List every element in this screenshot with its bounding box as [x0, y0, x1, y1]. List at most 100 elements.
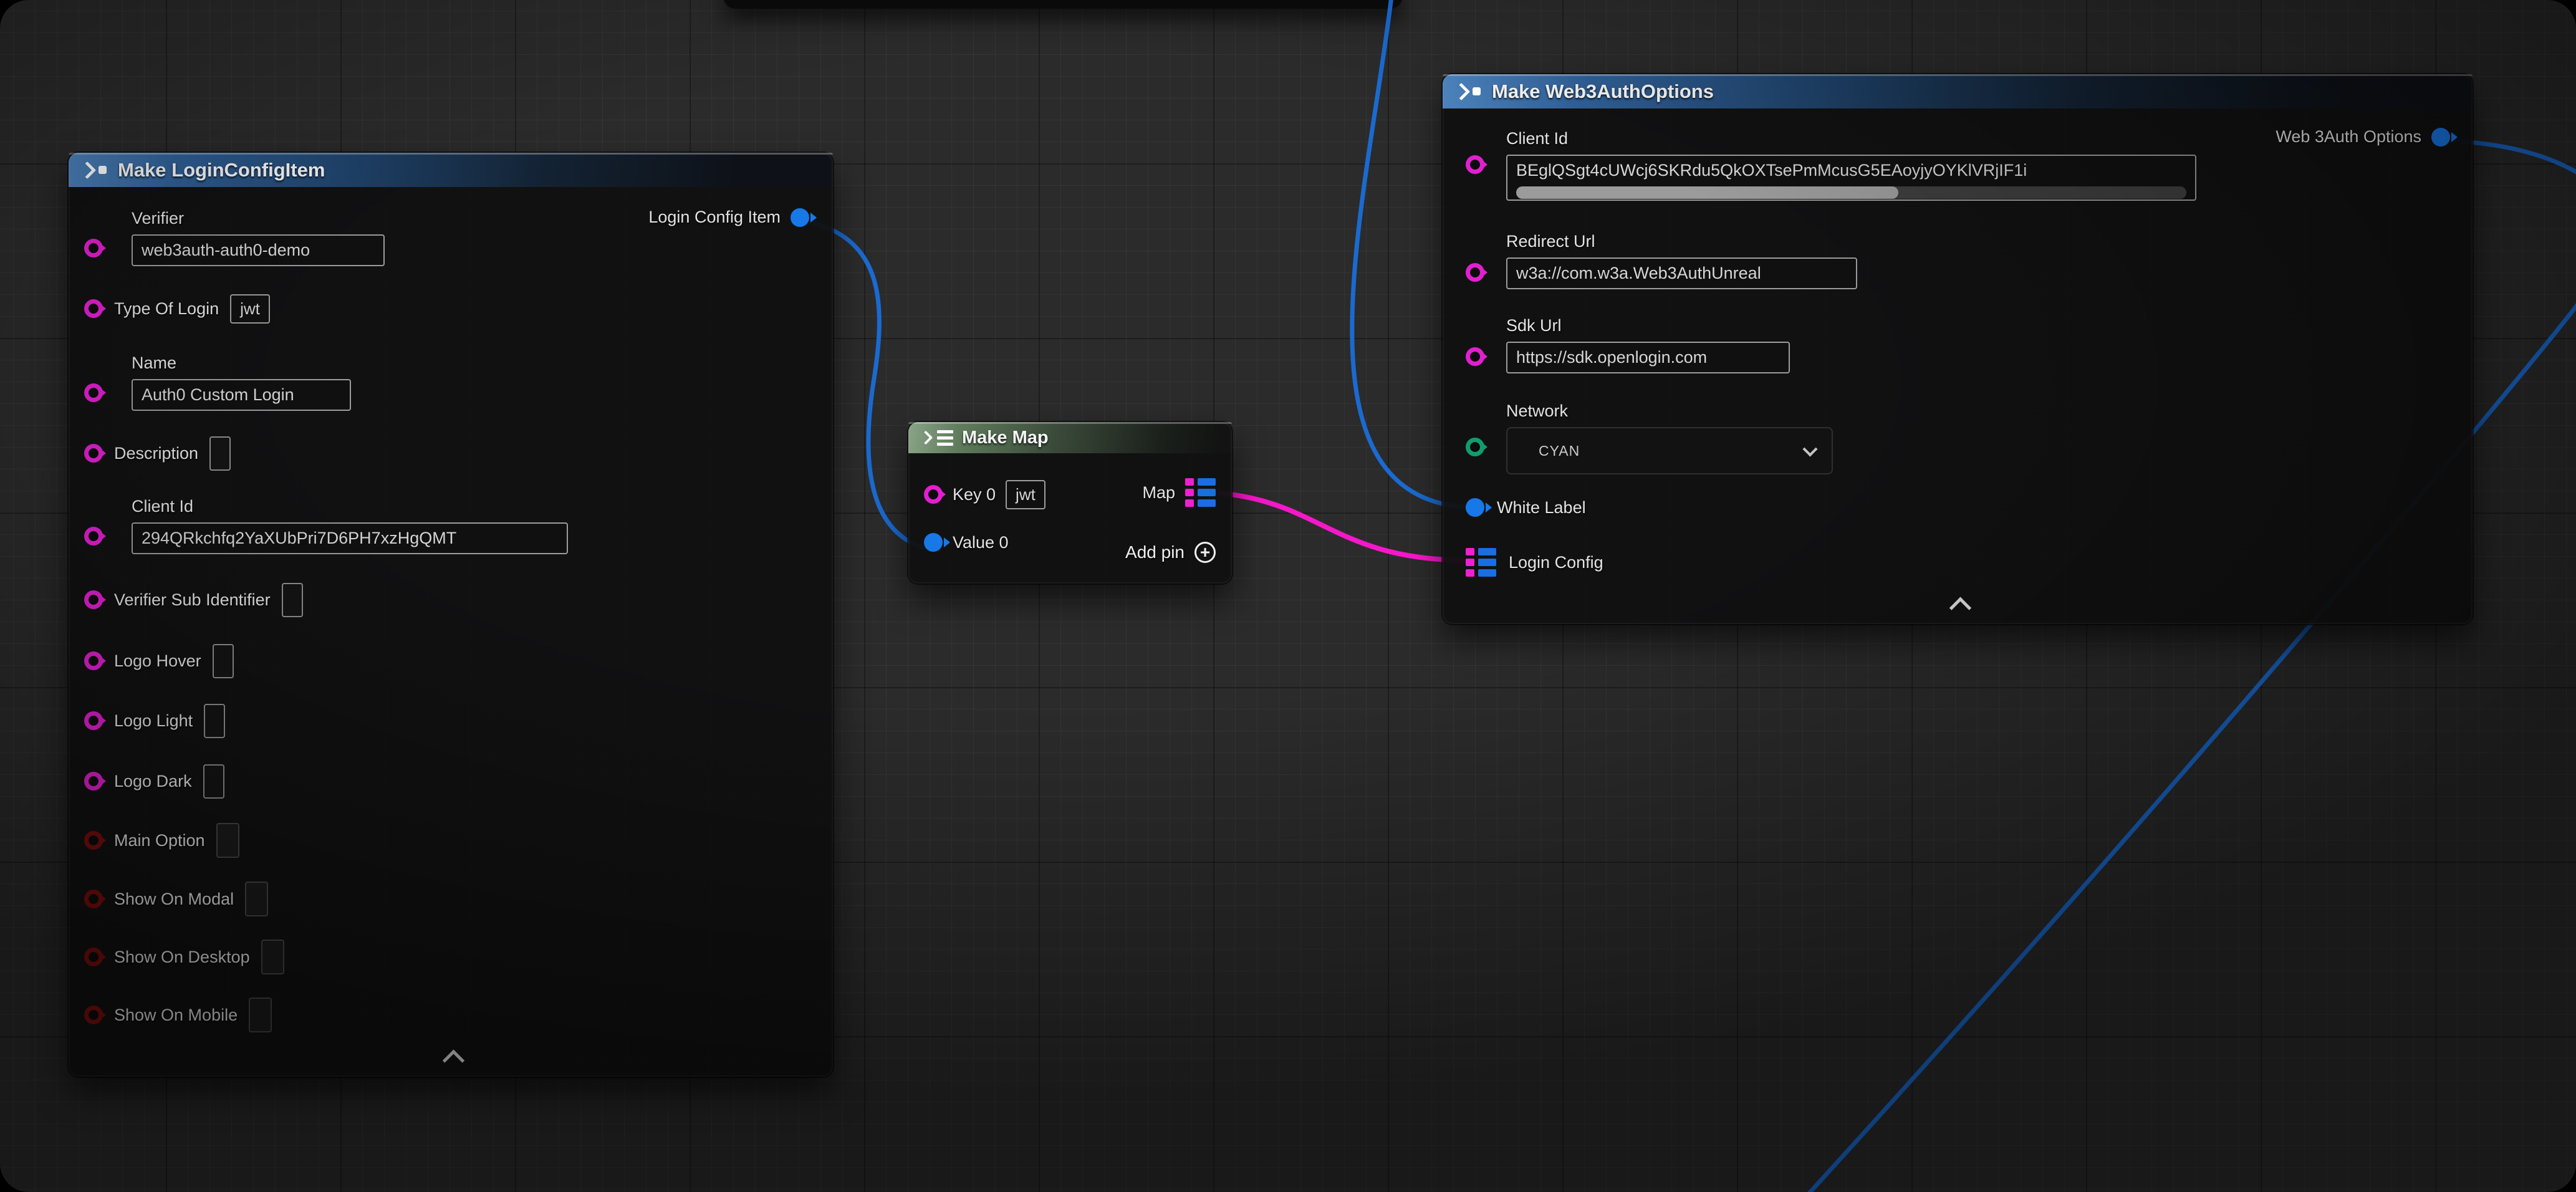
name-group: Name Auth0 Custom Login: [132, 353, 351, 411]
value-0-row: Value 0: [924, 525, 1009, 560]
wire-map-to-loginconfig[interactable]: [1219, 493, 1466, 560]
logo-hover-input[interactable]: [213, 644, 234, 678]
pin-key-0[interactable]: [924, 485, 943, 504]
sdk-url-input[interactable]: https://sdk.openlogin.com: [1506, 342, 1790, 373]
pin-label-show-on-modal: Show On Modal: [114, 890, 234, 909]
pin-show-on-modal[interactable]: [84, 890, 103, 908]
node-title: Make Map: [962, 428, 1049, 448]
pin-redirect-url[interactable]: [1466, 263, 1484, 282]
pin-label-name: Name: [132, 353, 351, 373]
node-make-loginconfigitem[interactable]: Make LoginConfigItem Login Config Item V…: [69, 153, 833, 1077]
output-pin-login-config-item[interactable]: [791, 208, 809, 227]
offscreen-node-bottom-shadow: [723, 0, 1403, 9]
type-of-login-input[interactable]: jwt: [230, 294, 270, 324]
client-id-scrollbar-thumb[interactable]: [1516, 186, 1898, 199]
pin-name[interactable]: [84, 383, 103, 402]
make-struct-icon: [1455, 85, 1481, 98]
plus-circle-icon: +: [1194, 542, 1216, 563]
pin-label-value-0: Value 0: [953, 533, 1009, 552]
type-of-login-row: Type Of Login jwt: [84, 291, 270, 326]
pin-label-logo-dark: Logo Dark: [114, 772, 192, 791]
pin-label-client-id: Client Id: [132, 497, 568, 516]
output-pin-web3auth-options[interactable]: [2431, 128, 2450, 147]
client-id-scrollbar-track[interactable]: [1516, 186, 2186, 199]
show-on-modal-checkbox[interactable]: [245, 882, 268, 916]
verifier-input[interactable]: web3auth-auth0-demo: [132, 234, 385, 266]
pin-verifier-sub-identifier[interactable]: [84, 590, 103, 609]
screenshot-frame: Make LoginConfigItem Login Config Item V…: [0, 0, 2576, 1192]
node-header-make-map[interactable]: Make Map: [908, 422, 1232, 453]
pin-value-0[interactable]: [924, 533, 943, 552]
node-make-web3authoptions[interactable]: Make Web3AuthOptions Web 3Auth Options C…: [1443, 74, 2473, 624]
name-input[interactable]: Auth0 Custom Login: [132, 379, 351, 411]
pin-sdk-url[interactable]: [1466, 347, 1484, 366]
pin-label-logo-light: Logo Light: [114, 711, 193, 731]
description-row: Description: [84, 436, 231, 471]
pin-logo-light[interactable]: [84, 711, 103, 730]
pin-label-verifier: Verifier: [132, 209, 385, 228]
pin-client-id[interactable]: [1466, 155, 1484, 174]
client-id-input[interactable]: BEglQSgt4cUWcj6SKRdu5QkOXTsePmMcusG5EAoy…: [1506, 155, 2196, 201]
pin-verifier[interactable]: [84, 239, 103, 257]
pin-white-label[interactable]: [1466, 498, 1484, 517]
pin-label-key-0: Key 0: [953, 485, 996, 504]
pin-logo-hover[interactable]: [84, 651, 103, 670]
pin-label-main-option: Main Option: [114, 831, 205, 850]
network-dropdown[interactable]: CYAN: [1506, 427, 1833, 474]
show-on-mobile-row: Show On Mobile: [84, 997, 272, 1032]
pin-show-on-desktop[interactable]: [84, 948, 103, 966]
sdk-url-group: Sdk Url https://sdk.openlogin.com: [1506, 316, 1790, 373]
pin-show-on-mobile[interactable]: [84, 1006, 103, 1024]
description-input[interactable]: [209, 436, 231, 471]
pin-label-show-on-desktop: Show On Desktop: [114, 948, 250, 967]
network-selected-value: CYAN: [1539, 443, 1580, 459]
collapse-node-button[interactable]: [431, 1045, 475, 1068]
pin-description[interactable]: [84, 444, 103, 463]
output-label: Login Config Item: [648, 208, 781, 227]
redirect-url-group: Redirect Url w3a://com.w3a.Web3AuthUnrea…: [1506, 232, 1857, 289]
logo-dark-row: Logo Dark: [84, 764, 224, 799]
key-0-row: Key 0 jwt: [924, 477, 1045, 512]
client-id-input[interactable]: 294QRkchfq2YaXUbPri7D6PH7xzHgQMT: [132, 522, 568, 554]
show-on-desktop-checkbox[interactable]: [261, 940, 284, 974]
pin-label-verifier-sub-identifier: Verifier Sub Identifier: [114, 590, 271, 610]
chevron-down-icon: [1802, 441, 1817, 456]
pin-login-config[interactable]: [1466, 548, 1496, 577]
pin-main-option[interactable]: [84, 831, 103, 850]
pin-label-redirect-url: Redirect Url: [1506, 232, 1857, 251]
redirect-url-input[interactable]: w3a://com.w3a.Web3AuthUnreal: [1506, 257, 1857, 289]
show-on-mobile-checkbox[interactable]: [249, 997, 272, 1032]
verifier-group: Verifier web3auth-auth0-demo: [132, 209, 385, 266]
node-make-map[interactable]: Make Map Key 0 jwt Value 0 Map Add pin +: [908, 422, 1232, 584]
collapse-node-button[interactable]: [1938, 593, 1982, 615]
logo-hover-row: Logo Hover: [84, 643, 234, 678]
login-config-row: Login Config: [1466, 545, 1603, 580]
output-label-map: Map: [1142, 483, 1175, 502]
client-id-group: Client Id BEglQSgt4cUWcj6SKRdu5QkOXTsePm…: [1506, 129, 2196, 201]
main-option-checkbox[interactable]: [216, 823, 239, 858]
output-row-web3auth-options: Web 3Auth Options: [2276, 127, 2450, 147]
logo-light-input[interactable]: [204, 704, 225, 738]
pin-type-of-login[interactable]: [84, 299, 103, 318]
pin-label-sdk-url: Sdk Url: [1506, 316, 1790, 335]
make-struct-icon: [81, 164, 107, 176]
client-id-group: Client Id 294QRkchfq2YaXUbPri7D6PH7xzHgQ…: [132, 497, 568, 554]
add-pin-button[interactable]: Add pin +: [1125, 542, 1216, 563]
pin-label-logo-hover: Logo Hover: [114, 651, 201, 671]
logo-dark-input[interactable]: [203, 764, 224, 799]
client-id-text: BEglQSgt4cUWcj6SKRdu5QkOXTsePmMcusG5EAoy…: [1516, 161, 2027, 180]
node-header-make-loginconfigitem[interactable]: Make LoginConfigItem: [69, 153, 833, 187]
pin-logo-dark[interactable]: [84, 772, 103, 791]
pin-client-id[interactable]: [84, 527, 103, 546]
logo-light-row: Logo Light: [84, 703, 225, 738]
blueprint-graph-canvas[interactable]: Make LoginConfigItem Login Config Item V…: [0, 0, 2576, 1192]
pin-network[interactable]: [1466, 438, 1484, 456]
pin-label-login-config: Login Config: [1509, 553, 1603, 572]
map-output-pin[interactable]: [1185, 478, 1216, 507]
node-header-make-web3authoptions[interactable]: Make Web3AuthOptions: [1443, 74, 2473, 108]
output-row-login-config-item: Login Config Item: [648, 208, 809, 227]
add-pin-label: Add pin: [1125, 542, 1185, 562]
verifier-sub-identifier-input[interactable]: [282, 583, 303, 617]
key-0-input[interactable]: jwt: [1006, 480, 1045, 509]
main-option-row: Main Option: [84, 823, 239, 858]
